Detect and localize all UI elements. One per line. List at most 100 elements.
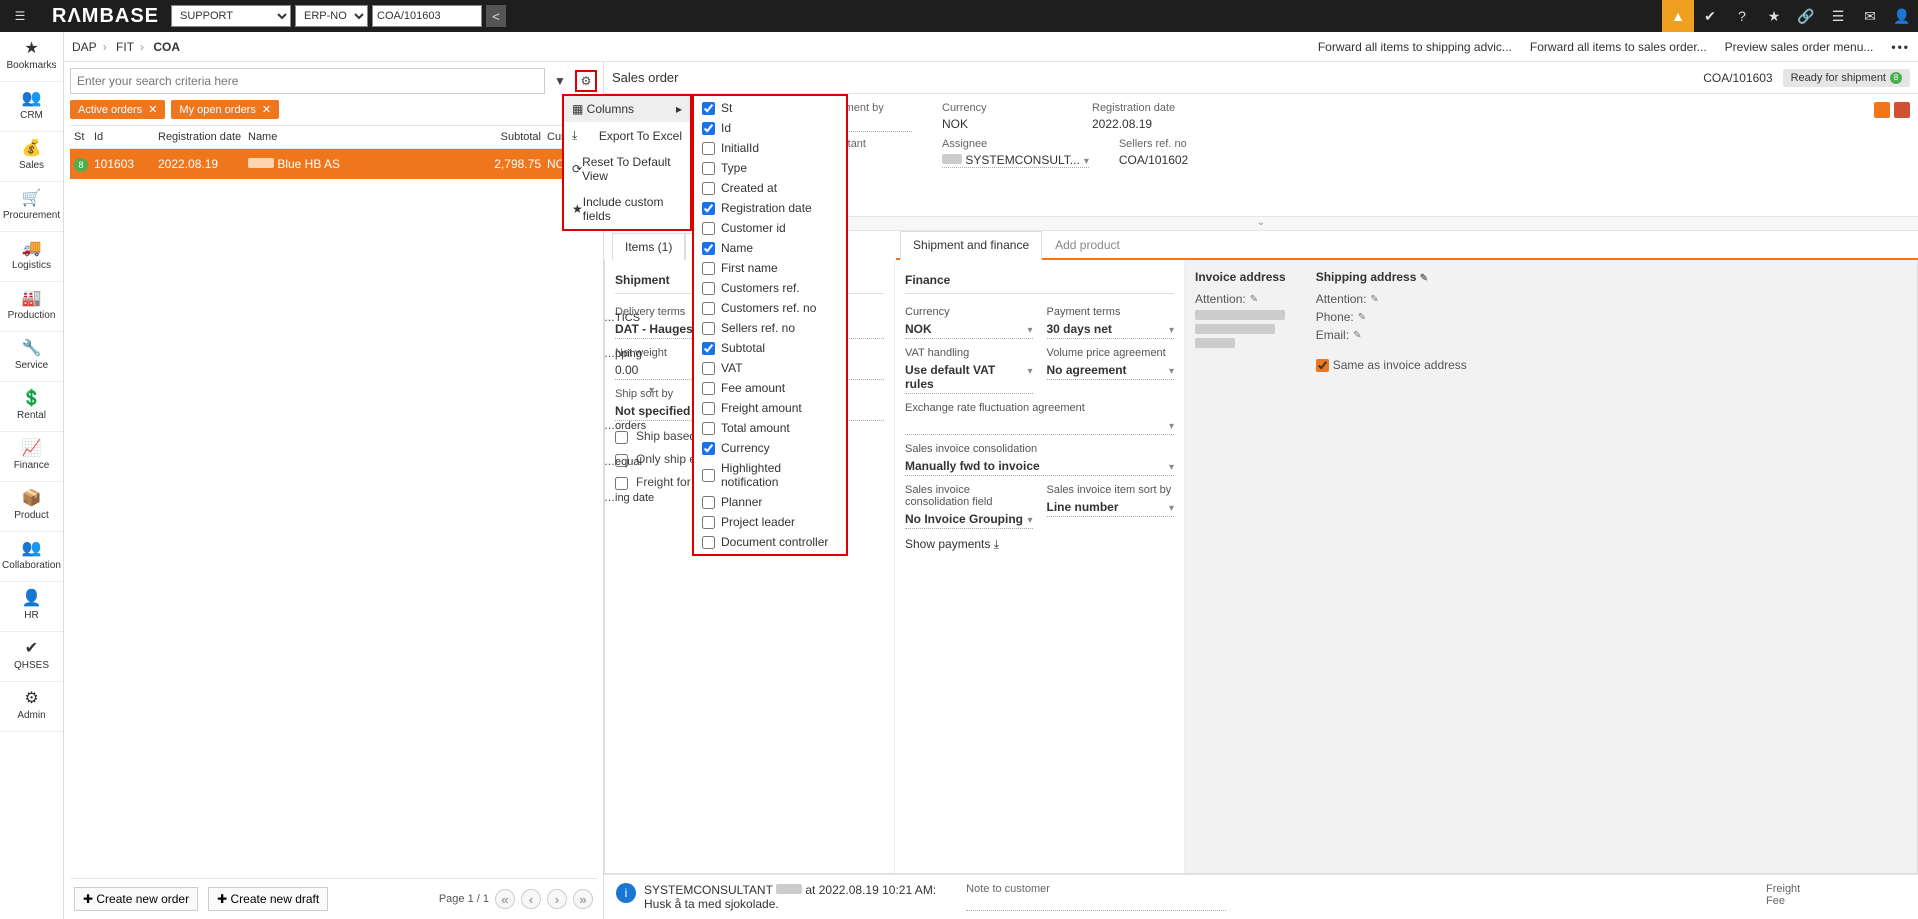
star-icon[interactable]: ★ xyxy=(1758,0,1790,32)
column-toggle[interactable]: Customers ref. xyxy=(694,278,846,298)
column-toggle[interactable]: Created at xyxy=(694,178,846,198)
fin-vat[interactable]: Use default VAT rules xyxy=(905,361,1033,394)
same-as-invoice[interactable] xyxy=(1316,359,1329,372)
sidebar-item-procurement[interactable]: 🛒Procurement xyxy=(0,182,63,232)
sidebar-item-sales[interactable]: 💰Sales xyxy=(0,132,63,182)
edit-icon[interactable]: ✎ xyxy=(1353,330,1361,341)
sidebar-item-qhses[interactable]: ✔QHSES xyxy=(0,632,63,682)
ck-shipent[interactable] xyxy=(615,454,628,467)
column-toggle[interactable]: Total amount xyxy=(694,418,846,438)
page-next[interactable]: › xyxy=(547,889,567,909)
column-toggle[interactable]: InitialId xyxy=(694,138,846,158)
gear-icon[interactable]: ⚙ xyxy=(575,70,597,92)
create-draft-button[interactable]: ✚ Create new draft xyxy=(208,887,328,911)
column-toggle[interactable]: Planner xyxy=(694,492,846,512)
edit-icon[interactable]: ✎ xyxy=(1250,294,1258,305)
sidebar-item-admin[interactable]: ⚙Admin xyxy=(0,682,63,732)
code-input[interactable] xyxy=(372,5,482,27)
close-icon[interactable]: ✕ xyxy=(262,103,271,116)
fin-sic[interactable]: Manually fwd to invoice xyxy=(905,457,1174,476)
col-reg[interactable]: Registration date xyxy=(158,131,248,143)
page-last[interactable]: » xyxy=(573,889,593,909)
column-toggle[interactable]: Document controller xyxy=(694,532,846,552)
more-icon[interactable]: ••• xyxy=(1891,40,1910,54)
fwd-salesorder-action[interactable]: Forward all items to sales order... xyxy=(1530,40,1707,54)
assignee-select[interactable]: SYSTEMCONSULT... xyxy=(942,153,1089,168)
edit-icon[interactable]: ✎ xyxy=(1370,294,1378,305)
sidebar-item-finance[interactable]: 📈Finance xyxy=(0,432,63,482)
create-order-button[interactable]: ✚ Create new order xyxy=(74,887,198,911)
db-select[interactable]: ERP-NO xyxy=(295,5,368,27)
column-toggle[interactable]: Highlighted notification xyxy=(694,458,846,492)
column-toggle[interactable]: Subtotal xyxy=(694,338,846,358)
check-icon[interactable]: ✔ xyxy=(1694,0,1726,32)
list-icon[interactable]: ☰ xyxy=(1822,0,1854,32)
tab-addprod[interactable]: Add product xyxy=(1042,231,1133,258)
show-payments[interactable]: Show payments ⤓ xyxy=(905,537,1174,552)
close-icon[interactable]: ✕ xyxy=(148,103,157,116)
column-toggle[interactable]: Id xyxy=(694,118,846,138)
fin-currency[interactable]: NOK xyxy=(905,320,1033,339)
column-toggle[interactable]: Customers ref. no xyxy=(694,298,846,318)
column-toggle[interactable]: VAT xyxy=(694,358,846,378)
detail-action-2[interactable] xyxy=(1894,102,1910,118)
column-toggle[interactable]: Registration date xyxy=(694,198,846,218)
gear-export[interactable]: ⤓ Export To Excel xyxy=(564,122,690,149)
detail-action-1[interactable] xyxy=(1874,102,1890,118)
note-input[interactable] xyxy=(966,895,1226,911)
column-toggle[interactable]: Customer id xyxy=(694,218,846,238)
fwd-shipping-action[interactable]: Forward all items to shipping advic... xyxy=(1318,40,1512,54)
gear-reset[interactable]: ⟳ Reset To Default View xyxy=(564,149,690,189)
tab-shipfin[interactable]: Shipment and finance xyxy=(900,231,1042,260)
col-st[interactable]: St xyxy=(70,131,94,143)
back-button[interactable]: < xyxy=(486,5,506,27)
sidebar-item-service[interactable]: 🔧Service xyxy=(0,332,63,382)
menu-icon[interactable]: ☰ xyxy=(0,0,40,32)
ck-freight[interactable] xyxy=(615,477,628,490)
fin-payterms[interactable]: 30 days net xyxy=(1047,320,1175,339)
column-toggle[interactable]: First name xyxy=(694,258,846,278)
col-sub[interactable]: Subtotal xyxy=(477,131,547,143)
column-toggle[interactable]: Project leader xyxy=(694,512,846,532)
column-toggle[interactable]: St xyxy=(694,98,846,118)
fin-erfa[interactable] xyxy=(905,416,1174,435)
sidebar-item-product[interactable]: 📦Product xyxy=(0,482,63,532)
filter-chip[interactable]: My open orders✕ xyxy=(171,100,279,119)
link-icon[interactable]: 🔗 xyxy=(1790,0,1822,32)
edit-icon[interactable]: ✎ xyxy=(1358,312,1366,323)
sidebar-item-production[interactable]: 🏭Production xyxy=(0,282,63,332)
sidebar-item-collaboration[interactable]: 👥Collaboration xyxy=(0,532,63,582)
column-toggle[interactable]: Freight amount xyxy=(694,398,846,418)
column-toggle[interactable]: Sellers ref. no xyxy=(694,318,846,338)
edit-icon[interactable]: ✎ xyxy=(1420,273,1428,284)
fin-sicf[interactable]: No Invoice Grouping xyxy=(905,510,1033,529)
table-row[interactable]: 81016032022.08.19 Blue HB AS2,798.75NOK xyxy=(70,149,597,179)
mail-icon[interactable]: ✉ xyxy=(1854,0,1886,32)
sidebar-item-rental[interactable]: 💲Rental xyxy=(0,382,63,432)
search-input[interactable] xyxy=(70,68,545,94)
gear-columns[interactable]: ▦ Columns▸ xyxy=(564,96,690,122)
filter-icon[interactable]: ▼ xyxy=(549,70,571,92)
fin-vpa[interactable]: No agreement xyxy=(1047,361,1175,380)
column-toggle[interactable]: Fee amount xyxy=(694,378,846,398)
filter-chip[interactable]: Active orders✕ xyxy=(70,100,165,119)
col-name[interactable]: Name xyxy=(248,131,477,143)
sidebar-item-logistics[interactable]: 🚚Logistics xyxy=(0,232,63,282)
gear-custom[interactable]: ★ Include custom fields xyxy=(564,189,690,229)
support-select[interactable]: SUPPORT xyxy=(171,5,291,27)
help-icon[interactable]: ? xyxy=(1726,0,1758,32)
preview-menu-action[interactable]: Preview sales order menu... xyxy=(1725,40,1874,54)
sidebar-item-bookmarks[interactable]: ★Bookmarks xyxy=(0,32,63,82)
page-prev[interactable]: ‹ xyxy=(521,889,541,909)
alert-icon[interactable]: ▲ xyxy=(1662,0,1694,32)
column-toggle[interactable]: Name xyxy=(694,238,846,258)
sidebar-item-hr[interactable]: 👤HR xyxy=(0,582,63,632)
ck-shipdate[interactable] xyxy=(615,431,628,444)
col-id[interactable]: Id xyxy=(94,131,158,143)
user-icon[interactable]: 👤 xyxy=(1886,0,1918,32)
sidebar-item-crm[interactable]: 👥CRM xyxy=(0,82,63,132)
fin-sis[interactable]: Line number xyxy=(1047,498,1175,517)
column-toggle[interactable]: Currency xyxy=(694,438,846,458)
tab-items[interactable]: Items (1) xyxy=(612,233,685,260)
column-toggle[interactable]: Type xyxy=(694,158,846,178)
